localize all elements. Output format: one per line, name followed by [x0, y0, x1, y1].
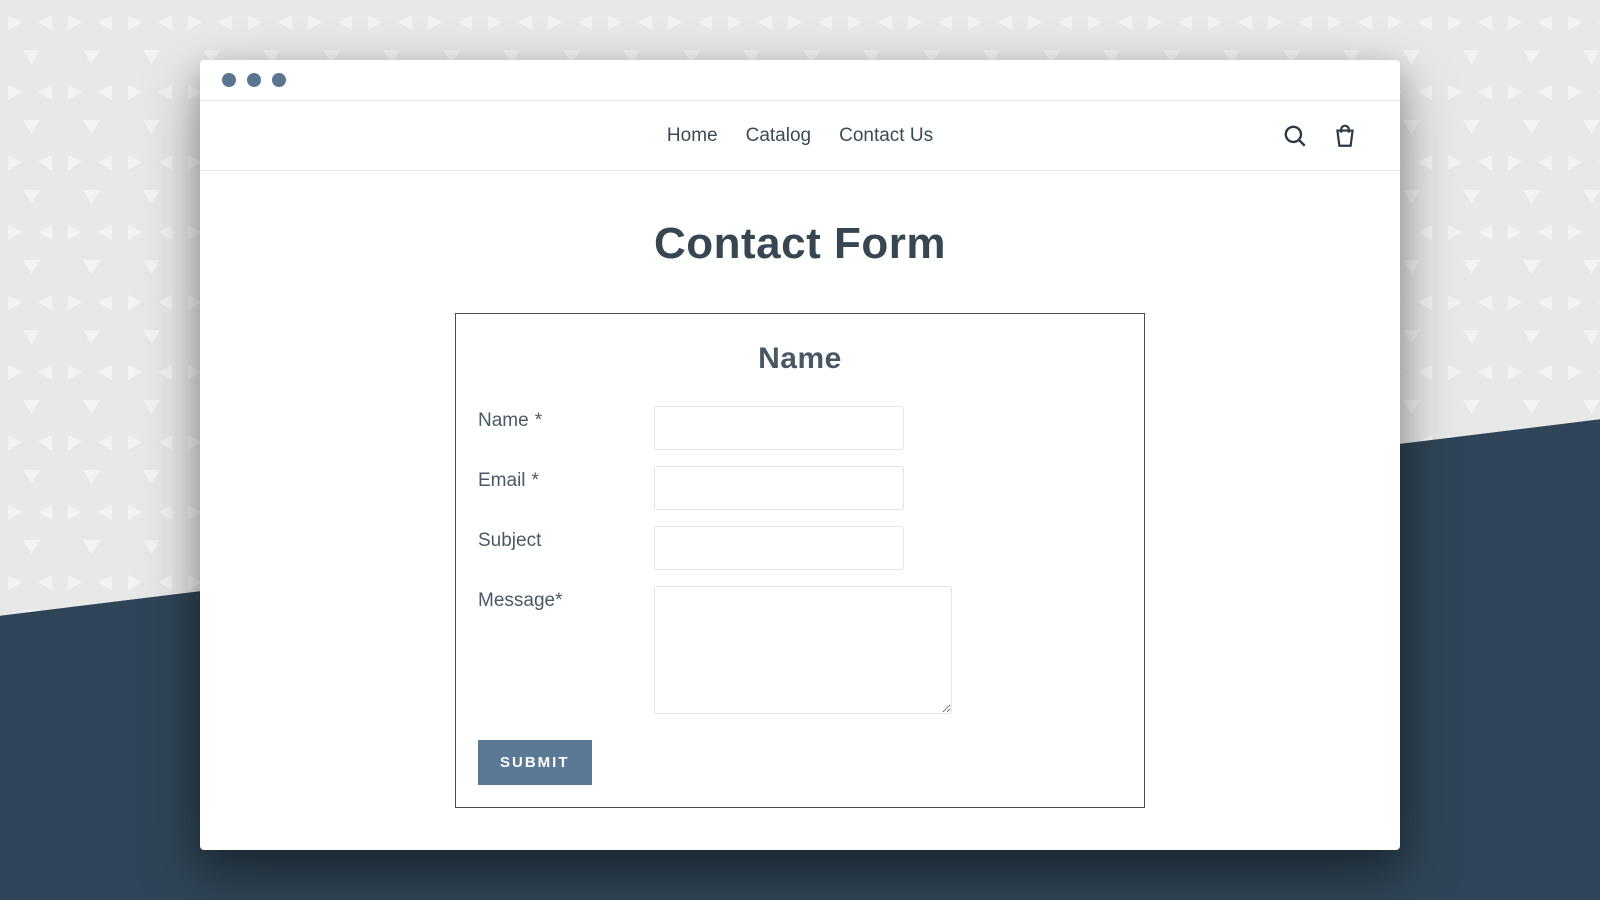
main-nav: Home Catalog Contact Us	[667, 125, 933, 147]
cart-icon[interactable]	[1332, 123, 1358, 149]
browser-window: Home Catalog Contact Us Contact Form Nam…	[200, 60, 1400, 850]
email-label: Email*	[478, 466, 654, 492]
form-row-email: Email*	[478, 466, 1122, 510]
message-input[interactable]	[654, 586, 952, 714]
subject-label: Subject	[478, 526, 654, 552]
name-input[interactable]	[654, 406, 904, 450]
window-control-dot[interactable]	[272, 73, 286, 87]
page-title: Contact Form	[200, 219, 1400, 269]
form-card-title: Name	[478, 342, 1122, 376]
nav-home[interactable]: Home	[667, 125, 718, 147]
window-titlebar	[200, 60, 1400, 101]
form-row-name: Name*	[478, 406, 1122, 450]
site-header: Home Catalog Contact Us	[200, 101, 1400, 171]
window-control-dot[interactable]	[222, 73, 236, 87]
email-input[interactable]	[654, 466, 904, 510]
name-label: Name*	[478, 406, 654, 432]
subject-input[interactable]	[654, 526, 904, 570]
search-icon[interactable]	[1282, 123, 1308, 149]
nav-contact-us[interactable]: Contact Us	[839, 125, 933, 147]
contact-form-card: Name Name* Email* Subject Message*	[455, 313, 1145, 808]
submit-button[interactable]: SUBMIT	[478, 740, 592, 785]
message-label: Message*	[478, 586, 654, 612]
window-control-dot[interactable]	[247, 73, 261, 87]
form-row-subject: Subject	[478, 526, 1122, 570]
nav-catalog[interactable]: Catalog	[746, 125, 812, 147]
form-row-message: Message*	[478, 586, 1122, 714]
header-actions	[1282, 123, 1358, 149]
